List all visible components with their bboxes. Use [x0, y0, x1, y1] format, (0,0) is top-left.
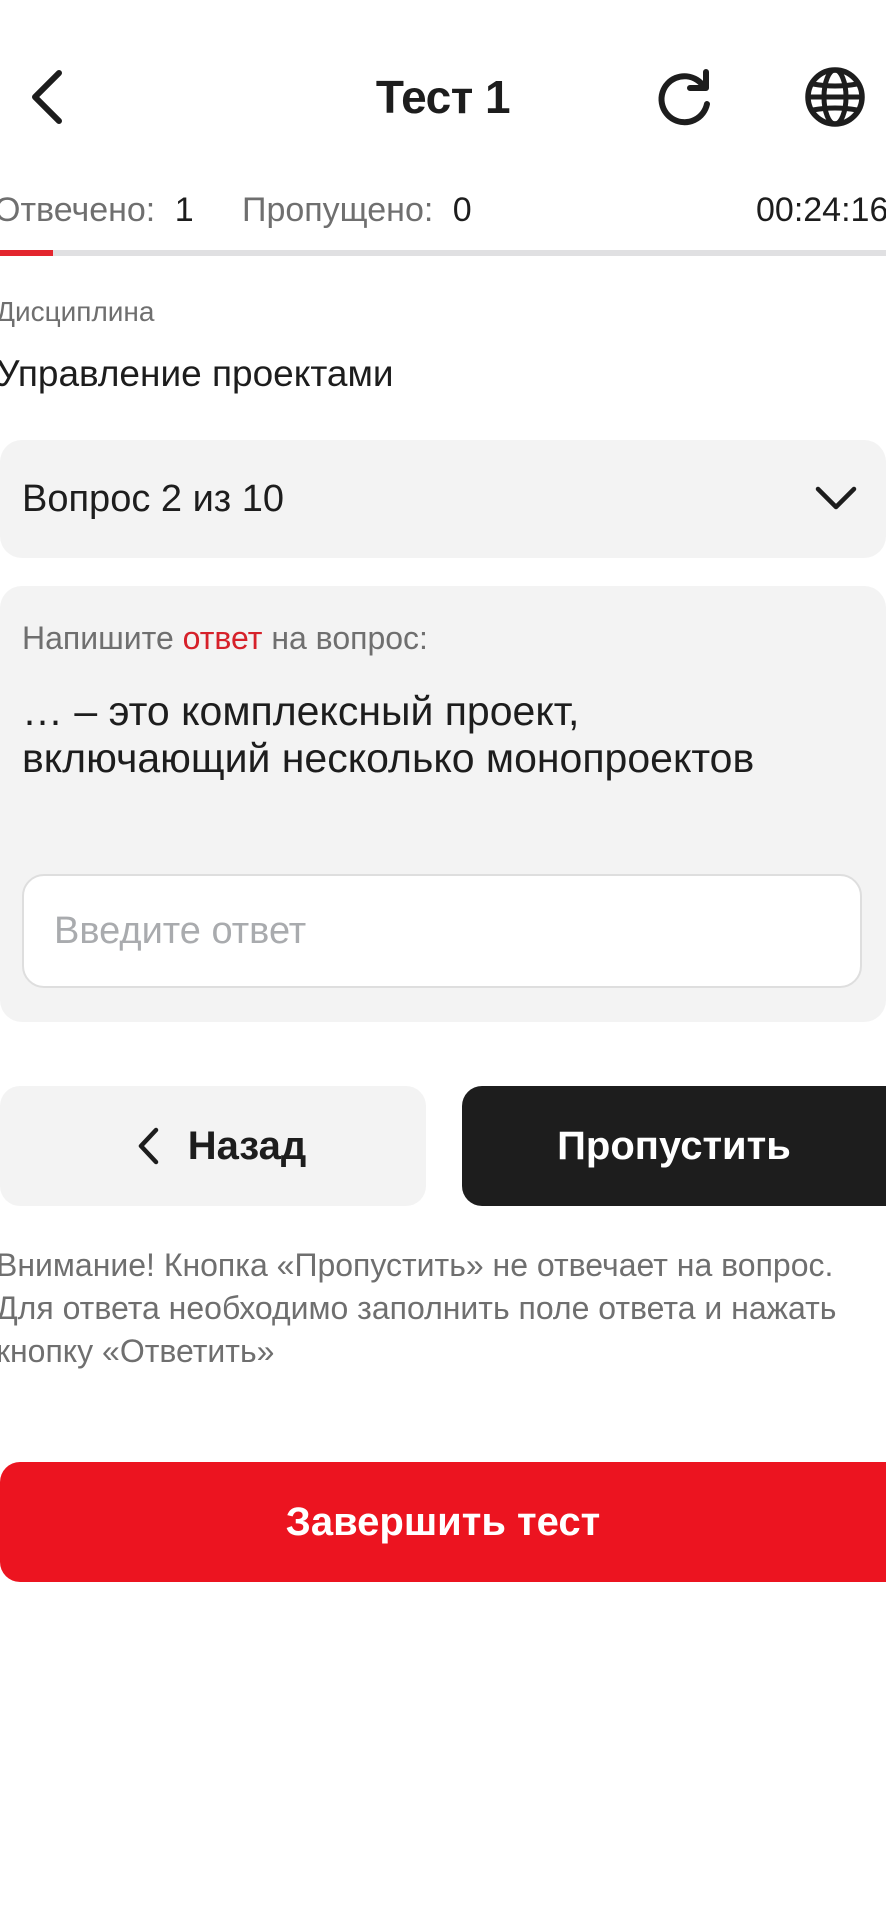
answered-count: 1 — [174, 191, 194, 229]
prompt-text-before: Напишите — [22, 620, 183, 656]
finish-test-label: Завершить тест — [285, 1499, 601, 1544]
answer-input[interactable] — [22, 874, 862, 988]
question-selector-label: Вопрос 2 из 10 — [22, 478, 285, 520]
timer: 00:24:16 — [756, 191, 886, 229]
skipped-stat: Пропущено: 0 — [242, 186, 472, 234]
progress-bar — [0, 250, 886, 256]
answered-stat: Отвечено: 1 — [0, 186, 194, 234]
refresh-button[interactable] — [640, 52, 730, 142]
answered-label: Отвечено: — [0, 191, 156, 229]
prompt-accent: ответ — [182, 620, 263, 656]
skipped-count: 0 — [452, 191, 472, 229]
skip-label: Пропустить — [557, 1123, 791, 1168]
discipline-name: Управление проектами — [0, 353, 394, 394]
prompt-text-after: на вопрос: — [262, 620, 428, 656]
discipline-label: Дисциплина — [0, 296, 155, 327]
skip-warning: Внимание! Кнопка «Пропустить» не отвечае… — [0, 1247, 837, 1369]
question-card: Напишите ответ на вопрос: … – это компле… — [0, 586, 886, 1022]
question-text: … – это комплексный проект, включающий н… — [22, 688, 755, 781]
chevron-down-icon — [815, 486, 857, 510]
progress-fill — [0, 250, 54, 256]
back-nav-button[interactable]: Назад — [0, 1086, 426, 1206]
finish-test-button[interactable]: Завершить тест — [0, 1462, 886, 1582]
question-prompt: Напишите ответ на вопрос: — [22, 616, 428, 660]
skip-button[interactable]: Пропустить — [462, 1086, 886, 1206]
refresh-icon — [658, 69, 710, 126]
page-title: Тест 1 — [375, 71, 511, 123]
language-button[interactable] — [790, 52, 880, 142]
chevron-left-icon — [138, 1127, 158, 1165]
skipped-label: Пропущено: — [242, 191, 434, 229]
question-selector[interactable]: Вопрос 2 из 10 — [0, 440, 886, 558]
back-nav-label: Назад — [187, 1123, 307, 1168]
globe-icon — [805, 67, 865, 127]
